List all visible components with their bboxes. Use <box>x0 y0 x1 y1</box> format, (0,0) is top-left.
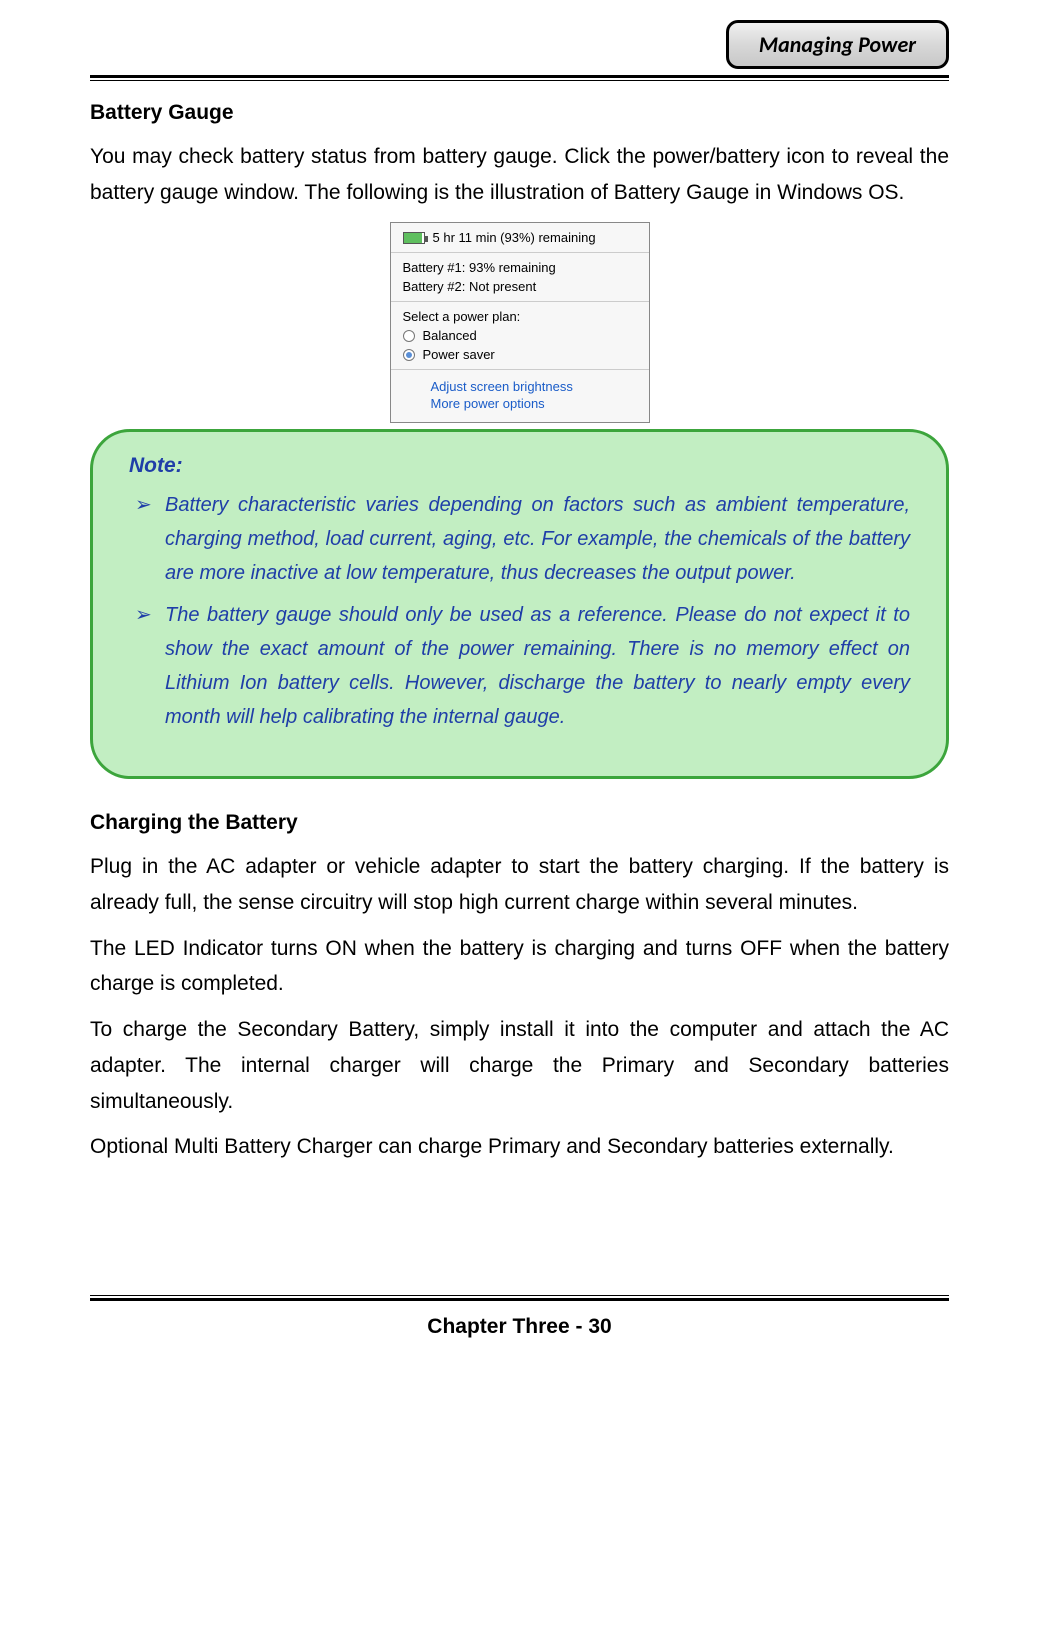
gauge-remaining-text: 5 hr 11 min (93%) remaining <box>433 230 596 245</box>
footer-rule <box>90 1295 949 1301</box>
heading-charging-battery: Charging the Battery <box>90 811 949 835</box>
note-item: Battery characteristic varies depending … <box>129 488 910 590</box>
gauge-plan-label: Select a power plan: <box>403 309 521 324</box>
header-rule <box>90 75 949 81</box>
heading-battery-gauge: Battery Gauge <box>90 101 949 125</box>
battery-gauge-illustration: 5 hr 11 min (93%) remaining Battery #1: … <box>390 222 650 423</box>
radio-icon[interactable] <box>403 349 415 361</box>
radio-icon[interactable] <box>403 330 415 342</box>
battery-icon <box>403 232 425 244</box>
note-box: Note: Battery characteristic varies depe… <box>90 429 949 779</box>
charging-para-4: Optional Multi Battery Charger can charg… <box>90 1129 949 1165</box>
note-title: Note: <box>129 454 910 478</box>
charging-para-1: Plug in the AC adapter or vehicle adapte… <box>90 849 949 920</box>
page-footer: Chapter Three - 30 <box>90 1315 949 1339</box>
gauge-link-brightness[interactable]: Adjust screen brightness <box>431 379 637 394</box>
gauge-plan-balanced[interactable]: Balanced <box>423 328 477 343</box>
gauge-battery1-text: Battery #1: 93% remaining <box>403 260 556 275</box>
charging-para-2: The LED Indicator turns ON when the batt… <box>90 931 949 1002</box>
gauge-plan-power-saver[interactable]: Power saver <box>423 347 495 362</box>
gauge-battery2-text: Battery #2: Not present <box>403 279 537 294</box>
charging-para-3: To charge the Secondary Battery, simply … <box>90 1012 949 1119</box>
gauge-link-more-options[interactable]: More power options <box>431 396 637 411</box>
battery-gauge-paragraph: You may check battery status from batter… <box>90 139 949 210</box>
note-item: The battery gauge should only be used as… <box>129 598 910 734</box>
chapter-tab: Managing Power <box>726 20 949 69</box>
